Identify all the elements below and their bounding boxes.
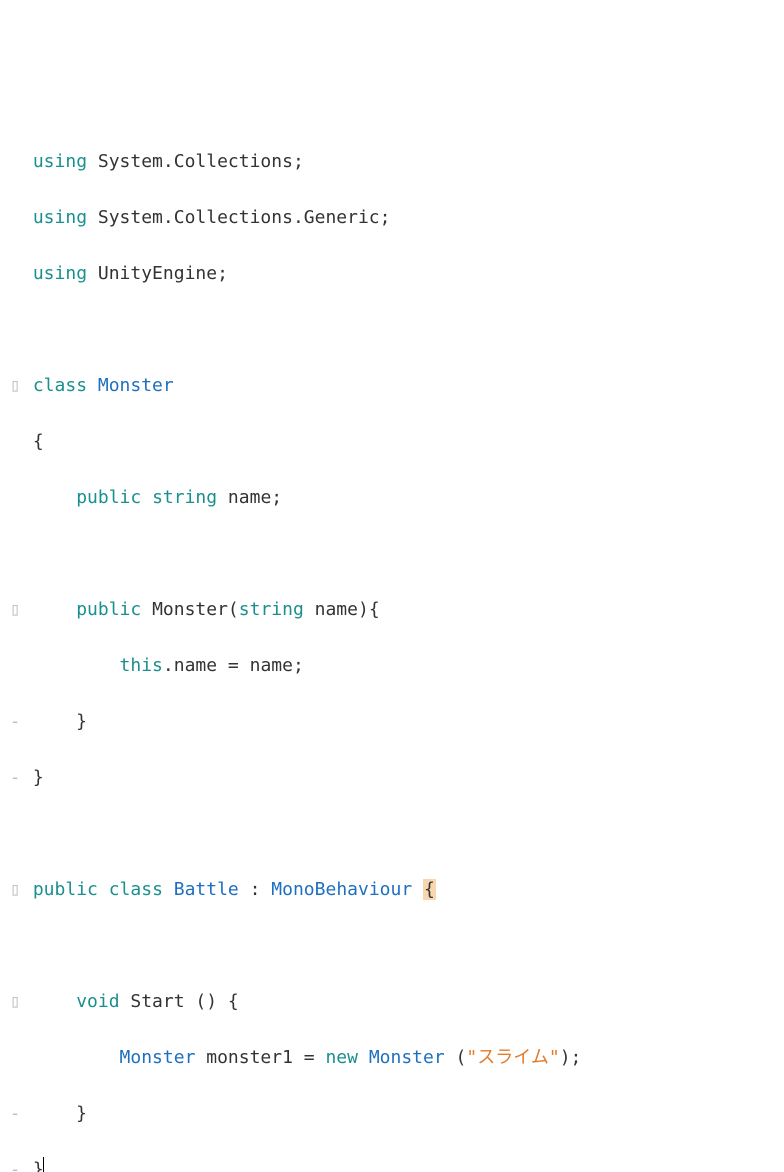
code-line: - } xyxy=(8,764,784,792)
gutter-mark: ▯ xyxy=(8,596,22,624)
brace-close: } xyxy=(22,1159,44,1172)
paren-close: ); xyxy=(560,1047,582,1068)
code-line xyxy=(8,316,784,344)
code-line xyxy=(8,540,784,568)
brace-close: } xyxy=(22,767,44,788)
code-line: this.name = name; xyxy=(8,652,784,680)
gutter-mark: - xyxy=(8,1100,22,1128)
paren-open: ( xyxy=(445,1047,467,1068)
type-monster: Monster xyxy=(98,375,174,396)
code-line: using System.Collections; xyxy=(8,148,784,176)
code-line: Monster monster1 = new Monster ("スライム"); xyxy=(8,1044,784,1072)
keyword-class: class xyxy=(109,879,163,900)
type-monobehaviour: MonoBehaviour xyxy=(271,879,423,900)
assignment: .name = name; xyxy=(163,655,304,676)
keyword-public: public xyxy=(76,487,141,508)
keyword-this: this xyxy=(120,655,163,676)
text-cursor xyxy=(43,1157,44,1172)
namespace: System.Collections.Generic; xyxy=(98,207,391,228)
code-line: using System.Collections.Generic; xyxy=(8,204,784,232)
keyword-void: void xyxy=(76,991,119,1012)
gutter-mark xyxy=(8,540,22,568)
gutter-mark xyxy=(8,932,22,960)
gutter-mark: ▯ xyxy=(8,372,22,400)
code-line: - } xyxy=(8,708,784,736)
keyword-new: new xyxy=(325,1047,358,1068)
namespace: System.Collections; xyxy=(98,151,304,172)
highlighted-brace: { xyxy=(423,879,436,900)
code-line: public string name; xyxy=(8,484,784,512)
string-quote: " xyxy=(466,1047,477,1068)
string-literal: スライム xyxy=(477,1047,549,1068)
gutter-mark: - xyxy=(8,708,22,736)
keyword-public: public xyxy=(33,879,98,900)
gutter-mark xyxy=(8,428,22,456)
constructor: Monster xyxy=(152,599,228,620)
colon: : xyxy=(239,879,272,900)
gutter-mark xyxy=(8,820,22,848)
gutter-mark: ▯ xyxy=(8,988,22,1016)
gutter-mark xyxy=(8,1044,22,1072)
code-line xyxy=(8,932,784,960)
brace-close: } xyxy=(22,1103,87,1124)
code-line: - } xyxy=(8,1100,784,1128)
method-start: Start () { xyxy=(120,991,239,1012)
code-line: using UnityEngine; xyxy=(8,260,784,288)
gutter-mark xyxy=(8,148,22,176)
space xyxy=(358,1047,369,1068)
brace-open: { xyxy=(22,431,44,452)
string-quote: " xyxy=(549,1047,560,1068)
var-decl: monster1 = xyxy=(195,1047,325,1068)
paren-open: ( xyxy=(228,599,239,620)
code-line: ▯ public Monster(string name){ xyxy=(8,596,784,624)
keyword-class: class xyxy=(33,375,87,396)
gutter-mark xyxy=(8,260,22,288)
namespace: UnityEngine; xyxy=(98,263,228,284)
field-name: name; xyxy=(217,487,282,508)
brace-close: } xyxy=(22,711,87,732)
code-line: ▯ void Start () { xyxy=(8,988,784,1016)
code-line: ▯ public class Battle : MonoBehaviour { xyxy=(8,876,784,904)
code-line: ▯ class Monster xyxy=(8,372,784,400)
code-editor: using System.Collections; using System.C… xyxy=(8,120,784,1172)
keyword-using: using xyxy=(33,263,87,284)
keyword-string: string xyxy=(239,599,304,620)
keyword-string: string xyxy=(152,487,217,508)
code-line xyxy=(8,820,784,848)
gutter-mark xyxy=(8,652,22,680)
keyword-using: using xyxy=(33,151,87,172)
keyword-using: using xyxy=(33,207,87,228)
code-line: - } xyxy=(8,1156,784,1172)
type-monster: Monster xyxy=(120,1047,196,1068)
param: name){ xyxy=(304,599,380,620)
gutter-mark: - xyxy=(8,1156,22,1172)
type-battle: Battle xyxy=(174,879,239,900)
type-monster: Monster xyxy=(369,1047,445,1068)
keyword-public: public xyxy=(76,599,141,620)
gutter-mark xyxy=(8,484,22,512)
gutter-mark xyxy=(8,316,22,344)
gutter-mark: - xyxy=(8,764,22,792)
code-line: { xyxy=(8,428,784,456)
gutter-mark xyxy=(8,204,22,232)
gutter-mark: ▯ xyxy=(8,876,22,904)
